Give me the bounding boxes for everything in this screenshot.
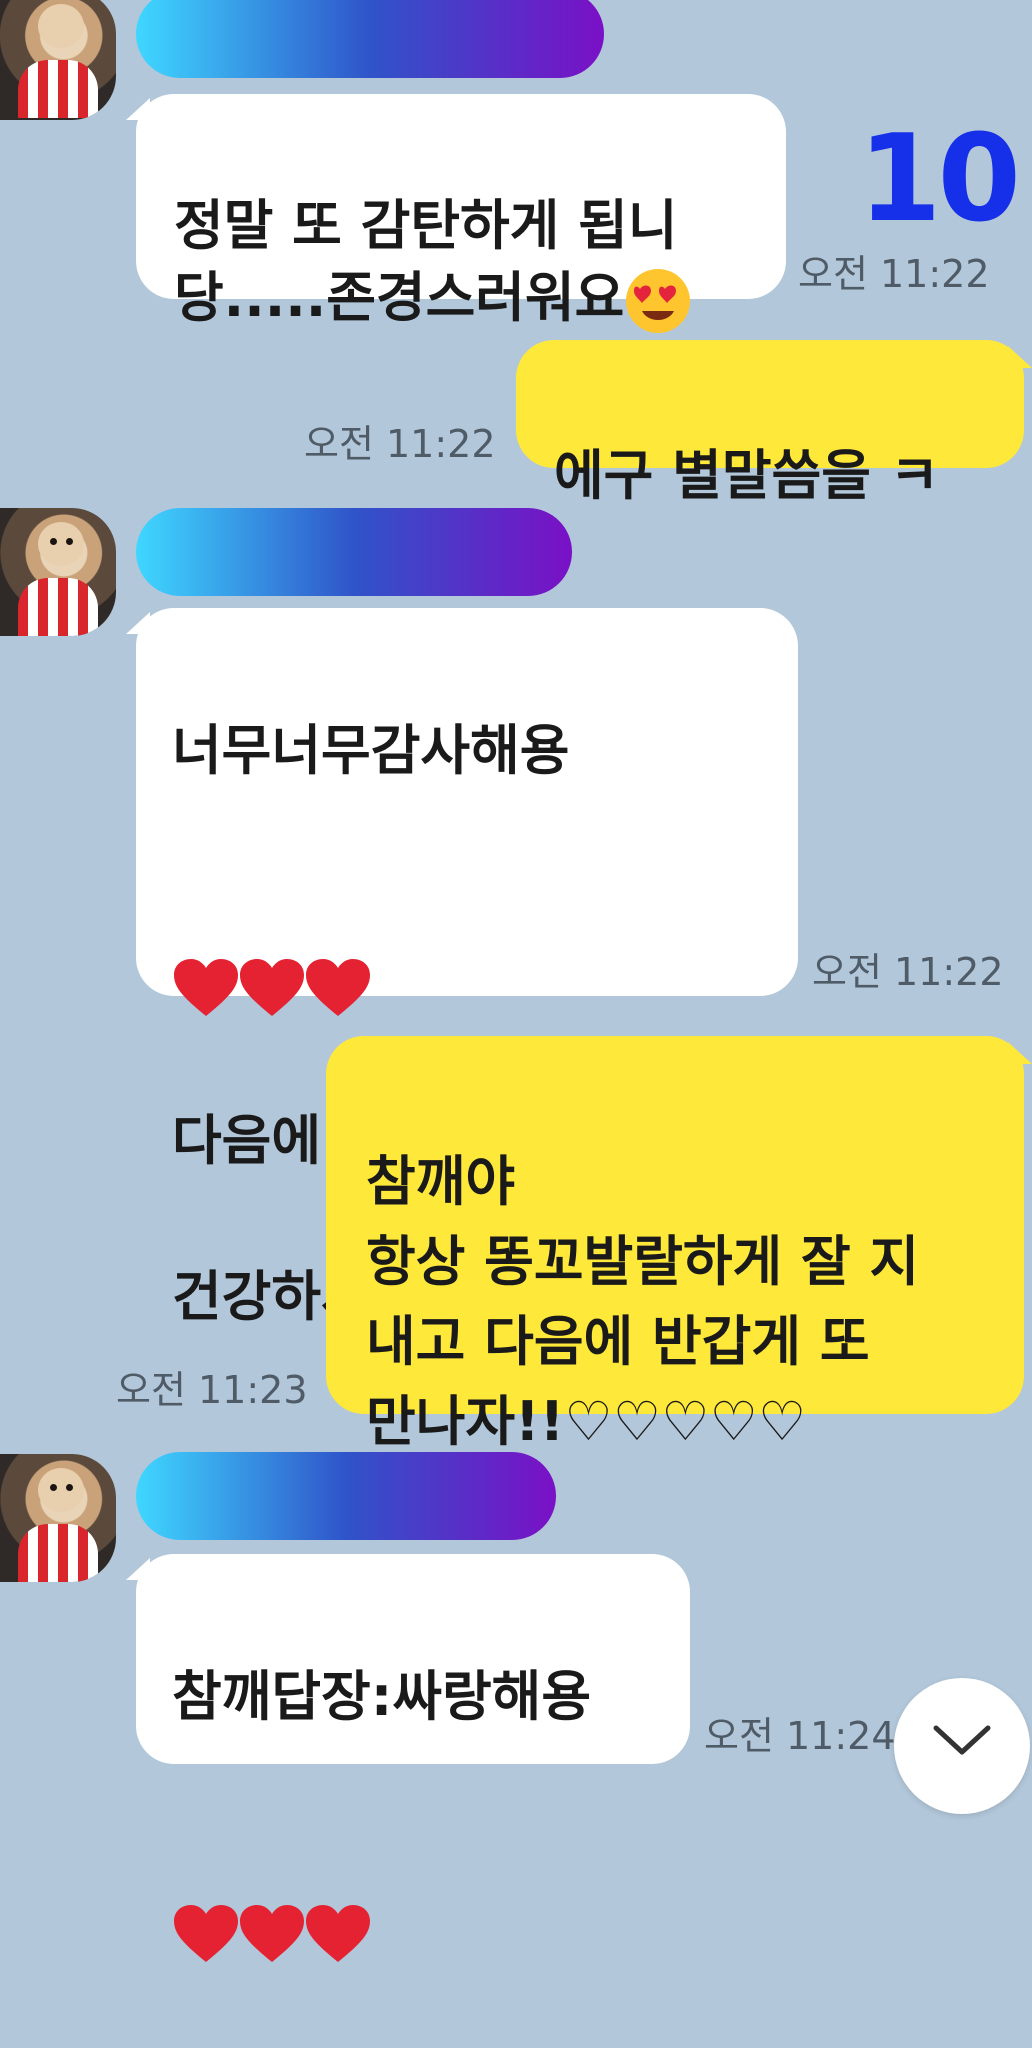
message-timestamp: 오전 11:22 bbox=[812, 950, 1004, 994]
dog-eye bbox=[50, 1484, 57, 1491]
sender-name-redacted bbox=[136, 0, 604, 78]
message-timestamp: 오전 11:22 bbox=[304, 422, 496, 466]
dog-sweater bbox=[18, 60, 98, 118]
dog-sweater bbox=[18, 1524, 98, 1582]
bubble-tail bbox=[1008, 1042, 1032, 1064]
message-bubble-incoming[interactable]: 너무너무감사해용 다음에 또올게요 건강하세요 bbox=[136, 608, 798, 1333]
message-bubble-incoming[interactable]: 참깨답장:싸랑해용 bbox=[136, 1554, 690, 1963]
dog-face bbox=[38, 522, 84, 566]
sender-avatar[interactable] bbox=[0, 0, 116, 120]
heart-icon bbox=[172, 1904, 238, 1964]
sender-avatar[interactable] bbox=[0, 508, 116, 636]
dog-face bbox=[38, 1468, 84, 1512]
heart-icon bbox=[238, 958, 304, 1018]
message-line: 너무너무감사해용 bbox=[172, 719, 570, 782]
message-bubble-outgoing[interactable]: 참깨야 항상 똥꼬발랄하게 잘 지 내고 다음에 반갑게 또 만나자!!♡♡♡♡… bbox=[326, 1036, 1024, 1453]
heart-icon bbox=[172, 958, 238, 1018]
hearts-row bbox=[172, 868, 762, 1024]
message-bubble-outgoing[interactable]: 에구 별말씀을 ㅋ bbox=[516, 340, 1024, 507]
message-bubble-incoming[interactable]: 정말 또 감탄하게 됩니 당.....존경스러워요 bbox=[136, 94, 786, 334]
scroll-to-bottom-button[interactable] bbox=[894, 1678, 1030, 1814]
dog-sweater bbox=[18, 578, 98, 636]
dog-eye bbox=[66, 1484, 73, 1491]
message-timestamp: 오전 11:24 bbox=[704, 1714, 896, 1758]
heart-icon bbox=[238, 1904, 304, 1964]
bubble-tail bbox=[1008, 346, 1032, 368]
dog-eye bbox=[66, 538, 73, 545]
count-badge: 10 bbox=[858, 110, 1021, 249]
sender-name-redacted bbox=[136, 1452, 556, 1540]
message-line: 참깨답장:싸랑해용 bbox=[172, 1665, 592, 1728]
dog-eye bbox=[50, 538, 57, 545]
message-text: 정말 또 감탄하게 됩니 당.....존경스러워요 bbox=[174, 194, 678, 329]
chevron-down-icon bbox=[930, 1720, 994, 1764]
heart-eyes-emoji-icon bbox=[624, 267, 692, 335]
message-timestamp: 오전 11:23 bbox=[116, 1368, 308, 1412]
message-text: 에구 별말씀을 ㅋ bbox=[554, 444, 940, 507]
hearts-row bbox=[172, 1814, 654, 1970]
message-text: 참깨야 항상 똥꼬발랄하게 잘 지 내고 다음에 반갑게 또 만나자!!♡♡♡♡… bbox=[366, 1150, 920, 1453]
sender-name-redacted bbox=[136, 508, 572, 596]
heart-icon bbox=[304, 1904, 370, 1964]
message-timestamp: 오전 11:22 bbox=[798, 252, 990, 296]
dog-face bbox=[38, 4, 84, 48]
heart-icon bbox=[304, 958, 370, 1018]
sender-avatar[interactable] bbox=[0, 1454, 116, 1582]
